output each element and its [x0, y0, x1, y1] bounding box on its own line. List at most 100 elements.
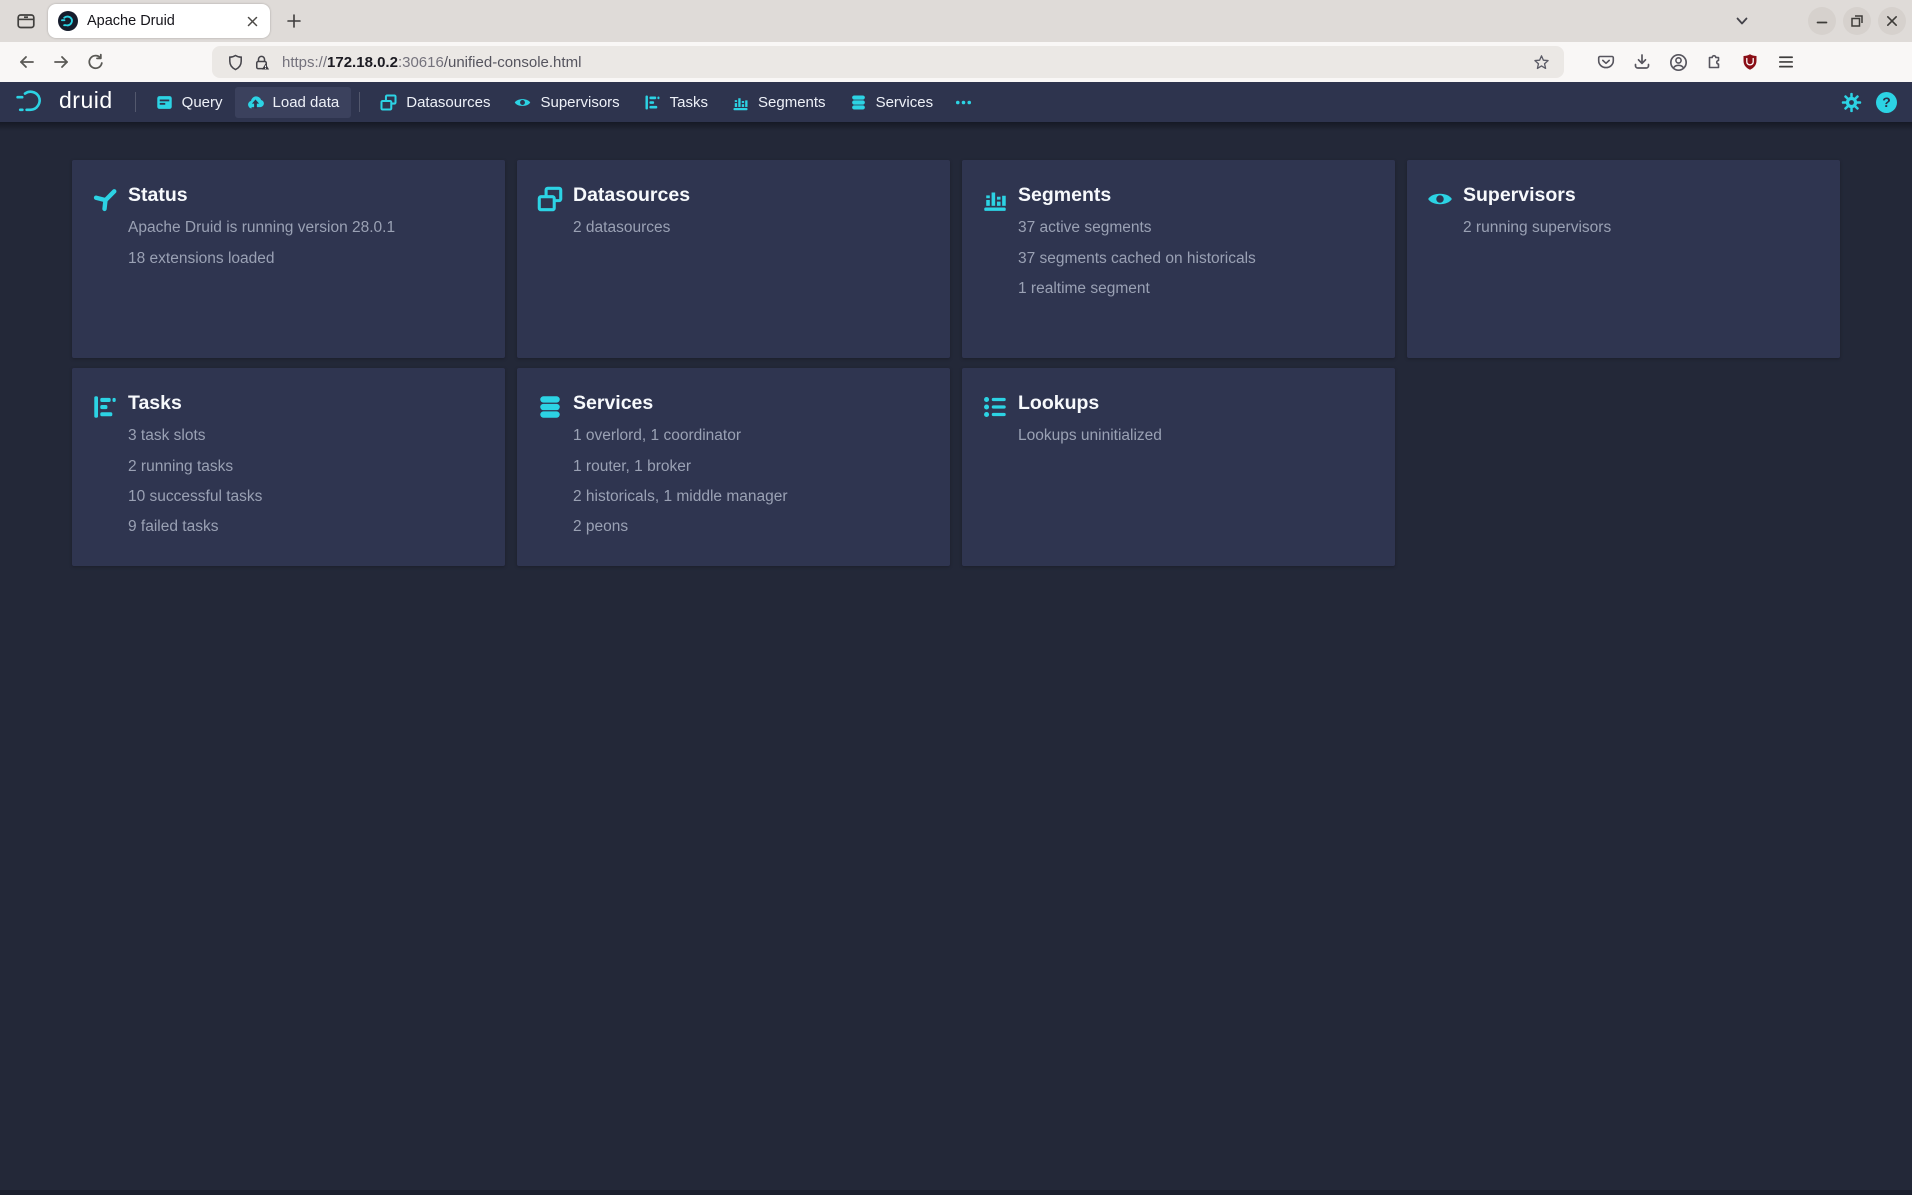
card-stat-line: 1 realtime segment — [1018, 280, 1377, 299]
account-icon — [1668, 52, 1689, 73]
stack-icon — [537, 186, 563, 212]
card-tasks[interactable]: Tasks 3 task slots2 running tasks10 succ… — [72, 368, 505, 566]
card-stat-line: 2 peons — [573, 518, 932, 537]
close-window-button[interactable] — [1878, 7, 1906, 35]
card-stat-line: 9 failed tasks — [128, 518, 487, 537]
nav-item-datasources[interactable]: Datasources — [368, 87, 502, 118]
chevron-down-icon — [1734, 13, 1750, 29]
hamburger-icon — [1777, 53, 1795, 71]
card-title: Tasks — [128, 393, 487, 414]
card-stat-line: 37 segments cached on historicals — [1018, 250, 1377, 269]
bookmark-star-button[interactable] — [1528, 49, 1554, 75]
nav-item-tasks[interactable]: Tasks — [632, 87, 720, 118]
ublock-button[interactable] — [1734, 46, 1766, 78]
card-stat-line: Apache Druid is running version 28.0.1 — [128, 219, 487, 238]
url-port: :30616 — [398, 54, 444, 71]
bar-chart-icon — [982, 186, 1008, 212]
settings-button[interactable] — [1841, 92, 1862, 113]
cloud-upload-icon — [247, 94, 264, 111]
card-stat-line: Lookups uninitialized — [1018, 427, 1377, 446]
bar-chart-icon — [732, 94, 749, 111]
nav-label-supervisors: Supervisors — [540, 94, 619, 111]
pocket-icon — [1596, 52, 1616, 72]
card-title: Datasources — [573, 185, 932, 206]
fork-icon — [92, 186, 118, 212]
forward-button[interactable] — [46, 47, 76, 77]
toolbar-icon-group — [1588, 46, 1804, 78]
tracking-protection-button[interactable] — [222, 49, 248, 75]
console-icon — [156, 94, 173, 111]
plus-icon — [287, 14, 301, 28]
nav-label-services: Services — [876, 94, 934, 111]
firefox-view-button[interactable] — [10, 5, 42, 37]
restore-button[interactable] — [1843, 7, 1871, 35]
menu-button[interactable] — [1770, 46, 1802, 78]
nav-item-segments[interactable]: Segments — [720, 87, 838, 118]
nav-label-datasources: Datasources — [406, 94, 490, 111]
list-all-tabs-button[interactable] — [1727, 6, 1757, 36]
nav-label-query: Query — [182, 94, 223, 111]
shield-icon — [226, 53, 245, 72]
back-button[interactable] — [12, 47, 42, 77]
bottom-edge — [0, 1190, 1912, 1195]
card-grid: Status Apache Druid is running version 2… — [0, 122, 1912, 566]
extensions-button[interactable] — [1698, 46, 1730, 78]
card-title: Services — [573, 393, 932, 414]
url-bar[interactable]: https://172.18.0.2:30616/unified-console… — [212, 46, 1564, 78]
firefox-view-icon — [15, 10, 37, 32]
tab-close-button[interactable] — [242, 11, 262, 31]
card-stat-line: 2 historicals, 1 middle manager — [573, 488, 932, 507]
nav-item-supervisors[interactable]: Supervisors — [502, 87, 631, 118]
gantt-icon — [92, 394, 118, 420]
card-stat-line: 2 running supervisors — [1463, 219, 1822, 238]
card-title: Segments — [1018, 185, 1377, 206]
nav-item-query[interactable]: Query — [144, 87, 235, 118]
new-tab-button[interactable] — [278, 5, 310, 37]
gear-icon — [1841, 92, 1862, 113]
nav-group-primary: Query Load data — [144, 87, 352, 118]
reload-button[interactable] — [80, 47, 110, 77]
nav-item-more[interactable] — [945, 87, 982, 118]
help-button[interactable]: ? — [1876, 92, 1897, 113]
stack-icon — [380, 94, 397, 111]
card-datasources[interactable]: Datasources 2 datasources — [517, 160, 950, 358]
home-view: Status Apache Druid is running version 2… — [0, 122, 1912, 1195]
card-title: Supervisors — [1463, 185, 1822, 206]
nav-label-segments: Segments — [758, 94, 826, 111]
list-icon — [982, 394, 1008, 420]
nav-group-secondary: Datasources Supervisors Tasks Segments S… — [368, 87, 945, 118]
card-segments[interactable]: Segments 37 active segments 37 segments c… — [962, 160, 1395, 358]
druid-brand[interactable]: druid — [15, 89, 113, 115]
card-services[interactable]: Services 1 overlord, 1 coordinator1 rout… — [517, 368, 950, 566]
card-status[interactable]: Status Apache Druid is running version 2… — [72, 160, 505, 358]
card-stat-line: 3 task slots — [128, 427, 487, 446]
pocket-button[interactable] — [1590, 46, 1622, 78]
lock-warning-icon — [252, 53, 271, 72]
account-button[interactable] — [1662, 46, 1694, 78]
card-supervisors[interactable]: Supervisors 2 running supervisors — [1407, 160, 1840, 358]
minimize-button[interactable] — [1808, 7, 1836, 35]
reload-icon — [85, 52, 105, 72]
card-title: Status — [128, 185, 487, 206]
ublock-shield-icon — [1740, 52, 1760, 72]
database-icon — [537, 394, 563, 420]
card-stat-line: 2 datasources — [573, 219, 932, 238]
card-stat-line: 37 active segments — [1018, 219, 1377, 238]
puzzle-icon — [1704, 52, 1724, 72]
browser-tab[interactable]: Apache Druid — [48, 4, 270, 38]
browser-toolbar: https://172.18.0.2:30616/unified-console… — [0, 42, 1912, 82]
tab-title: Apache Druid — [87, 13, 242, 29]
nav-item-services[interactable]: Services — [838, 87, 946, 118]
card-stat-line: 1 overlord, 1 coordinator — [573, 427, 932, 446]
nav-item-load-data[interactable]: Load data — [235, 87, 352, 118]
card-lookups[interactable]: Lookups Lookups uninitialized — [962, 368, 1395, 566]
eye-icon — [1427, 186, 1453, 212]
nav-label-load-data: Load data — [273, 94, 340, 111]
url-host: 172.18.0.2 — [327, 54, 398, 71]
druid-navbar: druid Query Load data Datasources Superv… — [0, 82, 1912, 122]
downloads-button[interactable] — [1626, 46, 1658, 78]
connection-security-button[interactable] — [248, 49, 274, 75]
close-icon — [247, 16, 258, 27]
url-text: https://172.18.0.2:30616/unified-console… — [282, 54, 1528, 71]
druid-favicon — [58, 11, 78, 31]
